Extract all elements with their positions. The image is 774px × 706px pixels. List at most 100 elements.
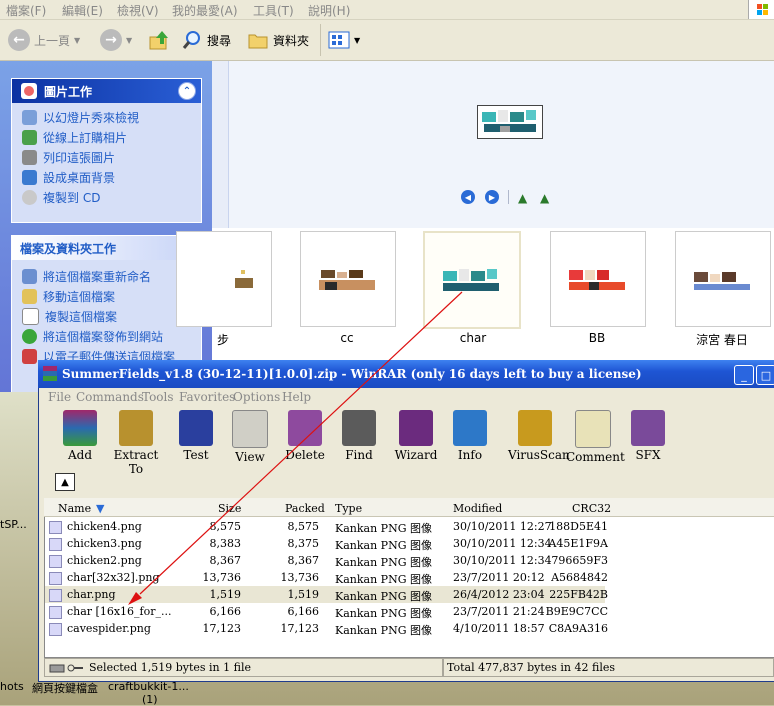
task-print-picture[interactable]: 列印這張圖片 [12, 147, 201, 167]
next-image-button[interactable]: ▶ [485, 190, 499, 204]
menu-tools[interactable]: Tools [142, 390, 174, 404]
menu-commands[interactable]: Commands [76, 390, 144, 404]
thumbnail[interactable] [550, 231, 646, 327]
menu-favorites[interactable]: Favorites [179, 390, 235, 404]
search-button[interactable]: 搜尋 [181, 28, 231, 52]
test-button[interactable]: Test [169, 410, 223, 462]
thumbnail[interactable] [675, 231, 771, 327]
menu-favorites[interactable]: 我的最愛(A) [172, 2, 238, 19]
window-title: SummerFields_v1.8 (30-12-11)[1.0.0].zip … [62, 367, 642, 381]
maximize-button[interactable]: □ [756, 365, 774, 385]
task-rename-file[interactable]: 將這個檔案重新命名 [12, 266, 201, 286]
up-one-level-button[interactable]: ▲ [55, 473, 75, 491]
vertical-scrollbar[interactable] [212, 61, 229, 228]
add-button[interactable]: Add [53, 410, 107, 462]
cell-packed: 1,519 [287, 588, 320, 601]
task-move-file[interactable]: 移動這個檔案 [12, 286, 201, 306]
back-button[interactable]: ← 上一頁 ▼ [8, 28, 80, 52]
task-copy-file[interactable]: 複製這個檔案 [12, 306, 201, 326]
column-header-type[interactable]: Type [335, 502, 362, 515]
dropdown-arrow-icon: ▼ [354, 35, 361, 45]
menu-file[interactable]: 檔案(F) [6, 2, 46, 19]
file-folder-tasks-header[interactable]: 檔案及資料夾工作 ⌃ [12, 236, 201, 260]
view-button[interactable]: View [223, 410, 277, 464]
table-row[interactable]: chicken2.png 8,367 8,367 Kankan PNG 图像 30/10… [45, 552, 608, 569]
task-label: 列印這張圖片 [43, 150, 116, 165]
panel-title: 圖片工作 [44, 84, 93, 99]
png-file-icon [49, 521, 62, 534]
cell-size: 1,519 [209, 588, 242, 601]
collapse-icon[interactable]: ⌃ [178, 82, 196, 100]
task-order-prints[interactable]: 從線上訂購相片 [12, 127, 201, 147]
table-row[interactable]: chicken3.png 8,383 8,375 Kankan PNG 图像 30/10… [45, 535, 608, 552]
view-label: View [235, 450, 265, 464]
column-header-size[interactable]: Size [218, 502, 241, 515]
cell-type: Kankan PNG 图像 [335, 522, 432, 535]
rotate-clockwise-icon[interactable]: ▲ [518, 191, 527, 205]
virusscan-button[interactable]: VirusScan [508, 410, 570, 462]
desktop-icon-label[interactable]: 網頁按鍵檔盒 [32, 680, 98, 696]
column-header-packed[interactable]: Packed [285, 502, 325, 515]
test-icon [179, 410, 213, 446]
menu-edit[interactable]: 編輯(E) [62, 2, 103, 19]
up-folder-button[interactable] [148, 28, 170, 52]
table-row[interactable]: cavespider.png 17,123 17,123 Kankan PNG 图像 4… [45, 620, 608, 637]
sfx-button[interactable]: SFX [621, 410, 675, 462]
table-row[interactable]: char [16x16_for_... 6,166 6,166 Kankan PNG … [45, 603, 608, 620]
png-file-icon [49, 623, 62, 636]
table-row[interactable]: char[32x32].png 13,736 13,736 Kankan PNG 图像… [45, 569, 608, 586]
table-row[interactable]: chicken4.png 8,575 8,575 Kankan PNG 图像 30/10… [45, 518, 608, 535]
thumbnail[interactable] [300, 231, 396, 327]
thumbnail-selected[interactable] [423, 231, 521, 329]
menu-file[interactable]: File [48, 390, 71, 404]
minimize-button[interactable]: _ [734, 365, 754, 385]
cell-packed: 6,166 [287, 605, 320, 618]
delete-button[interactable]: Delete [278, 410, 332, 462]
cell-name: char[32x32].png [67, 571, 160, 584]
find-button[interactable]: Find [332, 410, 386, 462]
cell-size: 8,383 [209, 537, 242, 550]
wizard-button[interactable]: Wizard [389, 410, 443, 462]
cell-modified: 23/7/2011 21:24 [453, 605, 545, 618]
menu-help[interactable]: Help [282, 390, 311, 404]
task-set-desktop-background[interactable]: 設成桌面背景 [12, 167, 201, 187]
forward-arrow-icon: → [100, 29, 122, 51]
column-header-name[interactable]: Name [58, 502, 91, 515]
menu-view[interactable]: 檢視(V) [117, 2, 159, 19]
rotate-counterclockwise-icon[interactable]: ▲ [540, 191, 549, 205]
menu-options[interactable]: Options [233, 390, 280, 404]
column-header-crc32[interactable]: CRC32 [572, 502, 611, 515]
picture-tasks-panel: 圖片工作 ⌃ 以幻燈片秀來檢視 從線上訂購相片 列印這張圖片 設成桌面背景 複製… [11, 78, 202, 223]
png-file-icon [49, 555, 62, 568]
back-arrow-icon: ← [8, 29, 30, 51]
winrar-titlebar[interactable]: SummerFields_v1.8 (30-12-11)[1.0.0].zip … [38, 360, 774, 388]
dropdown-arrow-icon: ▼ [74, 35, 81, 45]
cell-size: 13,736 [202, 571, 242, 584]
info-button[interactable]: Info [443, 410, 497, 462]
extract-to-button[interactable]: Extract To [109, 410, 163, 476]
cell-crc32: A5684842 [551, 571, 608, 584]
picture-tasks-header[interactable]: 圖片工作 ⌃ [12, 79, 201, 103]
table-row[interactable]: char.png 1,519 1,519 Kankan PNG 图像 26/4/2012… [45, 586, 608, 603]
menu-help[interactable]: 說明(H) [308, 2, 350, 19]
desktop-icon-label[interactable]: hots [0, 680, 24, 693]
path-bar [48, 470, 774, 494]
views-button[interactable]: ▼ [328, 28, 360, 52]
cell-packed: 17,123 [280, 622, 320, 635]
task-copy-to-cd[interactable]: 複製到 CD [12, 187, 201, 207]
folders-button[interactable]: 資料夾 [247, 28, 309, 52]
comment-button[interactable]: Comment [566, 410, 625, 464]
desktop-icon-label[interactable]: tSP... [0, 518, 27, 531]
forward-button[interactable]: → ▼ [100, 28, 132, 52]
drive-key-icon [49, 664, 83, 672]
task-slideshow[interactable]: 以幻燈片秀來檢視 [12, 107, 201, 127]
task-label: 複製到 CD [43, 190, 101, 205]
previous-image-button[interactable]: ◀ [461, 190, 475, 204]
slideshow-icon [22, 109, 37, 125]
task-publish-web[interactable]: 將這個檔案發佈到網站 [12, 326, 201, 346]
menu-tools[interactable]: 工具(T) [253, 2, 294, 19]
thumbnail[interactable] [176, 231, 272, 327]
info-label: Info [457, 448, 483, 462]
column-header-modified[interactable]: Modified [453, 502, 502, 515]
cell-name: chicken4.png [67, 520, 142, 533]
